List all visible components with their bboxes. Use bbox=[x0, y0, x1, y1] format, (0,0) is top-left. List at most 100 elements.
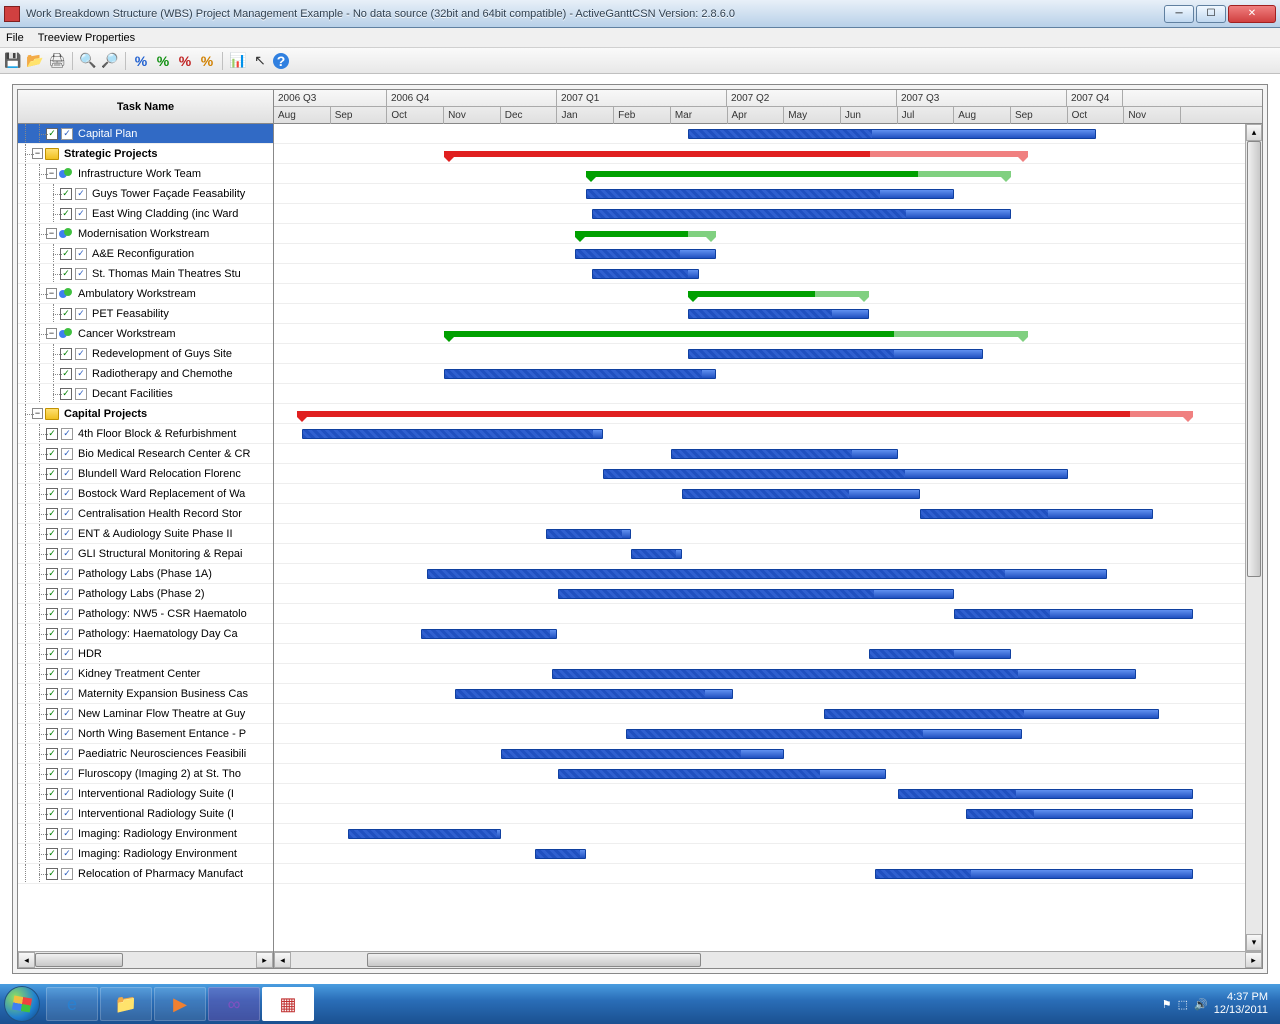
minimize-button[interactable]: ─ bbox=[1164, 5, 1194, 23]
gantt-bar[interactable] bbox=[688, 309, 869, 319]
scroll-right-icon[interactable]: ▸ bbox=[1245, 952, 1262, 968]
help-icon[interactable]: ? bbox=[273, 53, 289, 69]
gantt-chart-area[interactable] bbox=[274, 124, 1262, 951]
tree-row[interactable]: −Modernisation Workstream bbox=[18, 224, 273, 244]
tree-row[interactable]: ✓✓Guys Tower Façade Feasability bbox=[18, 184, 273, 204]
tree-row[interactable]: ✓✓Redevelopment of Guys Site bbox=[18, 344, 273, 364]
start-button[interactable] bbox=[4, 986, 40, 1022]
scroll-left-icon[interactable]: ◂ bbox=[18, 952, 35, 968]
tree-row[interactable]: ✓✓North Wing Basement Entance - P bbox=[18, 724, 273, 744]
summary-bar[interactable] bbox=[297, 411, 1130, 417]
gantt-bar[interactable] bbox=[455, 689, 733, 699]
gantt-bar[interactable] bbox=[575, 249, 717, 259]
tree-row[interactable]: ✓✓Fluroscopy (Imaging 2) at St. Tho bbox=[18, 764, 273, 784]
tree-row[interactable]: ✓✓Interventional Radiology Suite (I bbox=[18, 784, 273, 804]
tray-volume-icon[interactable]: 🔊 bbox=[1194, 998, 1208, 1011]
gantt-bar[interactable] bbox=[501, 749, 785, 759]
tree-row[interactable]: ✓✓Relocation of Pharmacy Manufact bbox=[18, 864, 273, 884]
gantt-bar[interactable] bbox=[302, 429, 603, 439]
chart-tool-icon[interactable]: 📊 bbox=[229, 52, 247, 70]
scroll-left-icon[interactable]: ◂ bbox=[274, 952, 291, 968]
tree-row[interactable]: ✓✓Imaging: Radiology Environment bbox=[18, 844, 273, 864]
summary-bar[interactable] bbox=[688, 291, 815, 297]
gantt-bar[interactable] bbox=[920, 509, 1152, 519]
gantt-bar[interactable] bbox=[954, 609, 1192, 619]
chart-hscroll[interactable]: ◂ ▸ bbox=[274, 951, 1262, 968]
gantt-bar[interactable] bbox=[824, 709, 1159, 719]
taskbar-media-icon[interactable]: ▶ bbox=[154, 987, 206, 1021]
tree-row[interactable]: ✓✓Pathology Labs (Phase 2) bbox=[18, 584, 273, 604]
gantt-bar[interactable] bbox=[586, 189, 955, 199]
gantt-bar[interactable] bbox=[444, 369, 716, 379]
tree-row[interactable]: ✓✓PET Feasability bbox=[18, 304, 273, 324]
gantt-bar[interactable] bbox=[631, 549, 682, 559]
taskbar-explorer-icon[interactable]: 📁 bbox=[100, 987, 152, 1021]
gantt-bar[interactable] bbox=[558, 769, 887, 779]
tree-hscroll[interactable]: ◂ ▸ bbox=[18, 951, 273, 968]
tree-row[interactable]: ✓✓GLI Structural Monitoring & Repai bbox=[18, 544, 273, 564]
summary-bar[interactable] bbox=[444, 331, 894, 337]
zoom-in-icon[interactable]: 🔍 bbox=[79, 52, 97, 70]
taskbar-app-icon[interactable]: ▦ bbox=[262, 987, 314, 1021]
zoom-out-icon[interactable]: 🔎 bbox=[101, 52, 119, 70]
percent-red-icon[interactable]: % bbox=[176, 52, 194, 70]
gantt-bar[interactable] bbox=[671, 449, 898, 459]
gantt-bar[interactable] bbox=[558, 589, 955, 599]
gantt-bar[interactable] bbox=[603, 469, 1068, 479]
open-icon[interactable]: 📂 bbox=[26, 52, 44, 70]
percent-green-icon[interactable]: % bbox=[154, 52, 172, 70]
gantt-bar[interactable] bbox=[626, 729, 1023, 739]
gantt-bar[interactable] bbox=[875, 869, 1193, 879]
tree-row[interactable]: ✓✓Maternity Expansion Business Cas bbox=[18, 684, 273, 704]
summary-bar[interactable] bbox=[444, 151, 870, 157]
taskbar-ie-icon[interactable]: e bbox=[46, 987, 98, 1021]
tree-row[interactable]: −Capital Projects bbox=[18, 404, 273, 424]
gantt-bar[interactable] bbox=[688, 349, 983, 359]
gantt-bar[interactable] bbox=[535, 849, 586, 859]
tree-row[interactable]: ✓✓Kidney Treatment Center bbox=[18, 664, 273, 684]
tree-row[interactable]: ✓✓Pathology Labs (Phase 1A) bbox=[18, 564, 273, 584]
tree-row[interactable]: ✓✓New Laminar Flow Theatre at Guy bbox=[18, 704, 273, 724]
percent-blue-icon[interactable]: % bbox=[132, 52, 150, 70]
gantt-bar[interactable] bbox=[427, 569, 1107, 579]
menu-treeview-properties[interactable]: Treeview Properties bbox=[38, 32, 135, 44]
tree-row[interactable]: ✓✓Centralisation Health Record Stor bbox=[18, 504, 273, 524]
tree-row[interactable]: ✓✓Decant Facilities bbox=[18, 384, 273, 404]
scroll-up-icon[interactable]: ▴ bbox=[1246, 124, 1262, 141]
menu-file[interactable]: File bbox=[6, 32, 24, 44]
maximize-button[interactable]: ☐ bbox=[1196, 5, 1226, 23]
tree-row[interactable]: ✓✓Radiotherapy and Chemothe bbox=[18, 364, 273, 384]
gantt-bar[interactable] bbox=[966, 809, 1193, 819]
gantt-bar[interactable] bbox=[688, 129, 1096, 139]
tree-row[interactable]: −Cancer Workstream bbox=[18, 324, 273, 344]
percent-orange-icon[interactable]: % bbox=[198, 52, 216, 70]
summary-bar[interactable] bbox=[575, 231, 688, 237]
tree-row[interactable]: ✓✓Capital Plan bbox=[18, 124, 273, 144]
pointer-icon[interactable]: ↖ bbox=[251, 52, 269, 70]
tree-row[interactable]: ✓✓East Wing Cladding (inc Ward bbox=[18, 204, 273, 224]
tree-row[interactable]: ✓✓Pathology: NW5 - CSR Haematolo bbox=[18, 604, 273, 624]
gantt-bar[interactable] bbox=[869, 649, 1011, 659]
gantt-bar[interactable] bbox=[592, 269, 700, 279]
gantt-bar[interactable] bbox=[348, 829, 501, 839]
tree-row[interactable]: −Infrastructure Work Team bbox=[18, 164, 273, 184]
tree-row[interactable]: ✓✓Paediatric Neurosciences Feasibili bbox=[18, 744, 273, 764]
gantt-bar[interactable] bbox=[546, 529, 631, 539]
tree-row[interactable]: ✓✓Blundell Ward Relocation Florenc bbox=[18, 464, 273, 484]
tray-network-icon[interactable]: ⬚ bbox=[1178, 998, 1188, 1011]
tree-row[interactable]: ✓✓St. Thomas Main Theatres Stu bbox=[18, 264, 273, 284]
tree-row[interactable]: ✓✓A&E Reconfiguration bbox=[18, 244, 273, 264]
chart-vscroll[interactable]: ▴ ▾ bbox=[1245, 124, 1262, 951]
save-icon[interactable]: 💾 bbox=[4, 52, 22, 70]
tray-flag-icon[interactable]: ⚑ bbox=[1162, 998, 1172, 1011]
close-button[interactable]: ✕ bbox=[1228, 5, 1276, 23]
tree-row[interactable]: ✓✓Imaging: Radiology Environment bbox=[18, 824, 273, 844]
gantt-bar[interactable] bbox=[682, 489, 920, 499]
tray-clock[interactable]: 4:37 PM 12/13/2011 bbox=[1214, 991, 1268, 1017]
tree-row[interactable]: −Strategic Projects bbox=[18, 144, 273, 164]
gantt-bar[interactable] bbox=[592, 209, 1012, 219]
task-tree[interactable]: ✓✓Capital Plan−Strategic Projects−Infras… bbox=[18, 124, 273, 951]
tree-row[interactable]: ✓✓Bostock Ward Replacement of Wa bbox=[18, 484, 273, 504]
gantt-bar[interactable] bbox=[552, 669, 1136, 679]
tree-row[interactable]: ✓✓4th Floor Block & Refurbishment bbox=[18, 424, 273, 444]
